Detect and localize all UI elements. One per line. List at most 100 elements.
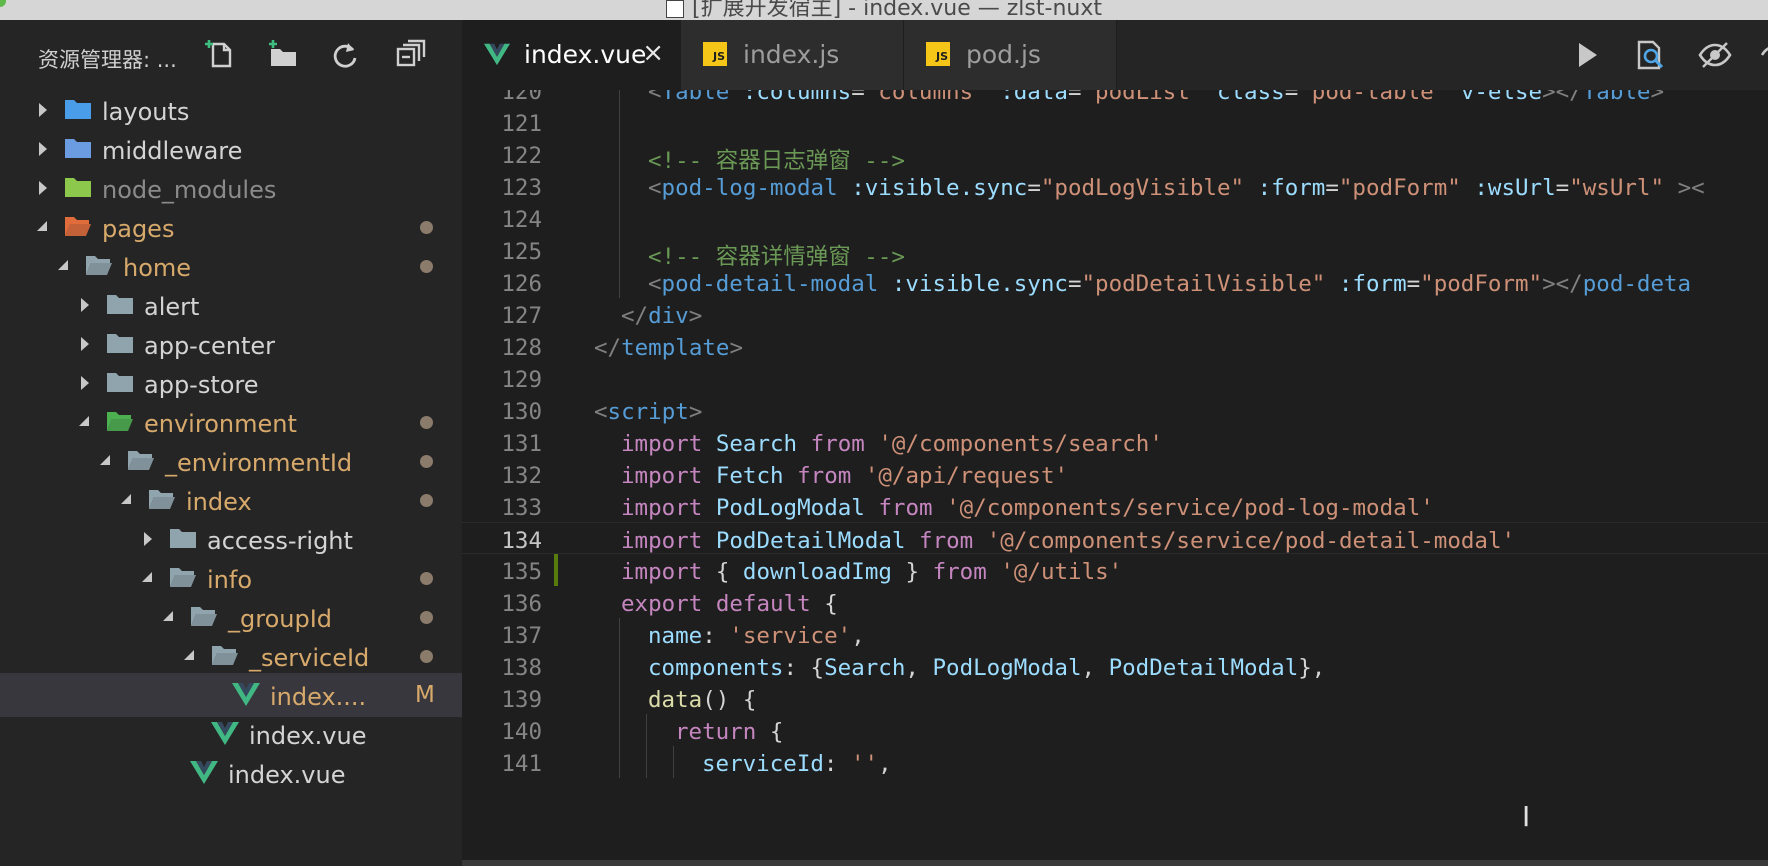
tree-item-node-modules[interactable]: node_modules — [0, 166, 462, 210]
tree-item-label: home — [123, 254, 192, 282]
explorer-sidebar: 资源管理器: ... layouts middleware node_modules… — [0, 20, 462, 866]
tab-pod-js[interactable]: JS pod.js — [904, 20, 1117, 90]
line-number: 141 — [501, 751, 542, 777]
code-line[interactable]: 126 <pod-detail-modal :visible.sync="podD… — [462, 266, 1768, 298]
tree-item-access-right[interactable]: access-right — [0, 517, 462, 561]
chevron-right-icon[interactable] — [81, 376, 89, 390]
code-token: serviceId — [702, 751, 824, 777]
chevron-right-icon[interactable] — [39, 103, 47, 117]
code-line[interactable]: 122 <!-- 容器日志弹窗 --> — [462, 138, 1768, 174]
code-line[interactable]: 129 — [462, 362, 1768, 394]
code-line[interactable]: 140 return { — [462, 714, 1768, 746]
horizontal-scrollbar[interactable] — [462, 860, 1768, 866]
tree-item-app-center[interactable]: app-center — [0, 322, 462, 366]
chevron-down-icon[interactable] — [58, 260, 68, 270]
layouts-folder-icon — [64, 97, 92, 121]
code-token: , — [878, 751, 892, 777]
tree-item-layouts[interactable]: layouts — [0, 88, 462, 132]
chevron-down-icon[interactable] — [142, 572, 152, 582]
code-line[interactable]: 131 import Search from '@/components/sear… — [462, 426, 1768, 458]
run-icon[interactable] — [1570, 38, 1604, 72]
code-token: "podForm" — [1420, 271, 1543, 297]
tree-item-environmentid[interactable]: _environmentId — [0, 439, 462, 483]
tree-item-index[interactable]: index.... M — [0, 673, 462, 717]
tab-index-vue[interactable]: index.vue × — [462, 20, 681, 90]
new-folder-icon[interactable] — [266, 38, 300, 72]
chevron-right-icon[interactable] — [81, 298, 89, 312]
tree-item-app-store[interactable]: app-store — [0, 361, 462, 405]
line-number: 121 — [501, 111, 542, 137]
code-line[interactable]: 128 </template> — [462, 330, 1768, 362]
tree-item-middleware[interactable]: middleware — [0, 127, 462, 171]
code-line[interactable]: 141 serviceId: '', — [462, 746, 1768, 778]
tree-item-label: index.vue — [228, 761, 346, 789]
indent-guide — [619, 714, 620, 746]
code-line[interactable]: 137 name: 'service', — [462, 618, 1768, 650]
chevron-down-icon[interactable] — [121, 494, 131, 504]
line-number: 132 — [501, 463, 542, 489]
code-line[interactable]: 123 <pod-log-modal :visible.sync="podLogV… — [462, 170, 1768, 202]
code-line[interactable]: 120 <Table :columns="columns" :data="podL… — [462, 90, 1768, 106]
code-line[interactable]: 136 export default { — [462, 586, 1768, 618]
tree-item-index-vue[interactable]: index.vue — [0, 712, 462, 756]
code-token: data — [648, 687, 703, 713]
chevron-down-icon[interactable] — [100, 455, 110, 465]
chevron-down-icon[interactable] — [37, 221, 47, 231]
refresh-icon[interactable] — [328, 38, 362, 72]
tree-item-groupid[interactable]: _groupId — [0, 595, 462, 639]
code-line[interactable]: 139 data() { — [462, 682, 1768, 714]
toggle-preview-icon[interactable] — [1698, 38, 1732, 72]
close-tab-icon[interactable]: × — [642, 38, 664, 68]
code-token: :wsUrl — [1474, 175, 1556, 201]
folder-open-icon — [127, 448, 155, 472]
chevron-right-icon[interactable] — [39, 181, 47, 195]
code-token: PodLogModal — [715, 495, 865, 521]
code-token: downloadImg — [742, 559, 892, 585]
code-token: pod-detail-modal — [661, 271, 879, 297]
tree-item-info[interactable]: info — [0, 556, 462, 600]
code-line[interactable]: 133 import PodLogModal from '@/components… — [462, 490, 1768, 522]
code-line[interactable]: 127 </div> — [462, 298, 1768, 330]
chevron-right-icon[interactable] — [39, 142, 47, 156]
chevron-down-icon[interactable] — [163, 611, 173, 621]
code-token: = — [1067, 271, 1082, 297]
code-editor[interactable]: 120 <Table :columns="columns" :data="podL… — [462, 90, 1768, 866]
code-token: '@/utils' — [1000, 559, 1123, 585]
code-token: import — [621, 431, 703, 457]
chevron-down-icon[interactable] — [79, 416, 89, 426]
tree-item-home[interactable]: home — [0, 244, 462, 288]
collapse-all-icon[interactable] — [394, 38, 428, 72]
vscode-doc-icon — [666, 0, 684, 18]
tree-item-pages[interactable]: pages — [0, 205, 462, 249]
open-changes-icon[interactable] — [1634, 38, 1668, 72]
chevron-right-icon[interactable] — [81, 337, 89, 351]
tree-item-index[interactable]: index — [0, 478, 462, 522]
tree-item-alert[interactable]: alert — [0, 283, 462, 327]
indent-guide — [619, 682, 620, 714]
code-line[interactable]: 130 <script> — [462, 394, 1768, 426]
code-token: </ — [594, 335, 622, 361]
code-line[interactable]: 121 — [462, 106, 1768, 138]
code-line[interactable]: 135 import { downloadImg } from '@/utils' — [462, 554, 1768, 586]
tree-item-serviceid[interactable]: _serviceId — [0, 634, 462, 678]
code-line[interactable]: 124 — [462, 202, 1768, 234]
code-token: ></ — [1542, 271, 1583, 297]
chevron-down-icon[interactable] — [184, 650, 194, 660]
tree-item-environment[interactable]: environment — [0, 400, 462, 444]
line-number: 122 — [501, 143, 542, 169]
code-token: from — [810, 431, 865, 457]
code-line[interactable]: 125 <!-- 容器详情弹窗 --> — [462, 234, 1768, 270]
new-file-icon[interactable] — [204, 38, 238, 72]
chevron-right-icon[interactable] — [144, 532, 152, 546]
more-actions-icon[interactable] — [1758, 38, 1768, 72]
code-line[interactable]: 134 import PodDetailModal from '@/compone… — [462, 522, 1768, 554]
tree-item-index-vue[interactable]: index.vue — [0, 751, 462, 795]
tab-index-js[interactable]: JS index.js — [681, 20, 904, 90]
code-line[interactable]: 132 import Fetch from '@/api/request' — [462, 458, 1768, 490]
code-line[interactable]: 138 components: {Search, PodLogModal, Pod… — [462, 650, 1768, 682]
folder-icon — [106, 370, 134, 394]
